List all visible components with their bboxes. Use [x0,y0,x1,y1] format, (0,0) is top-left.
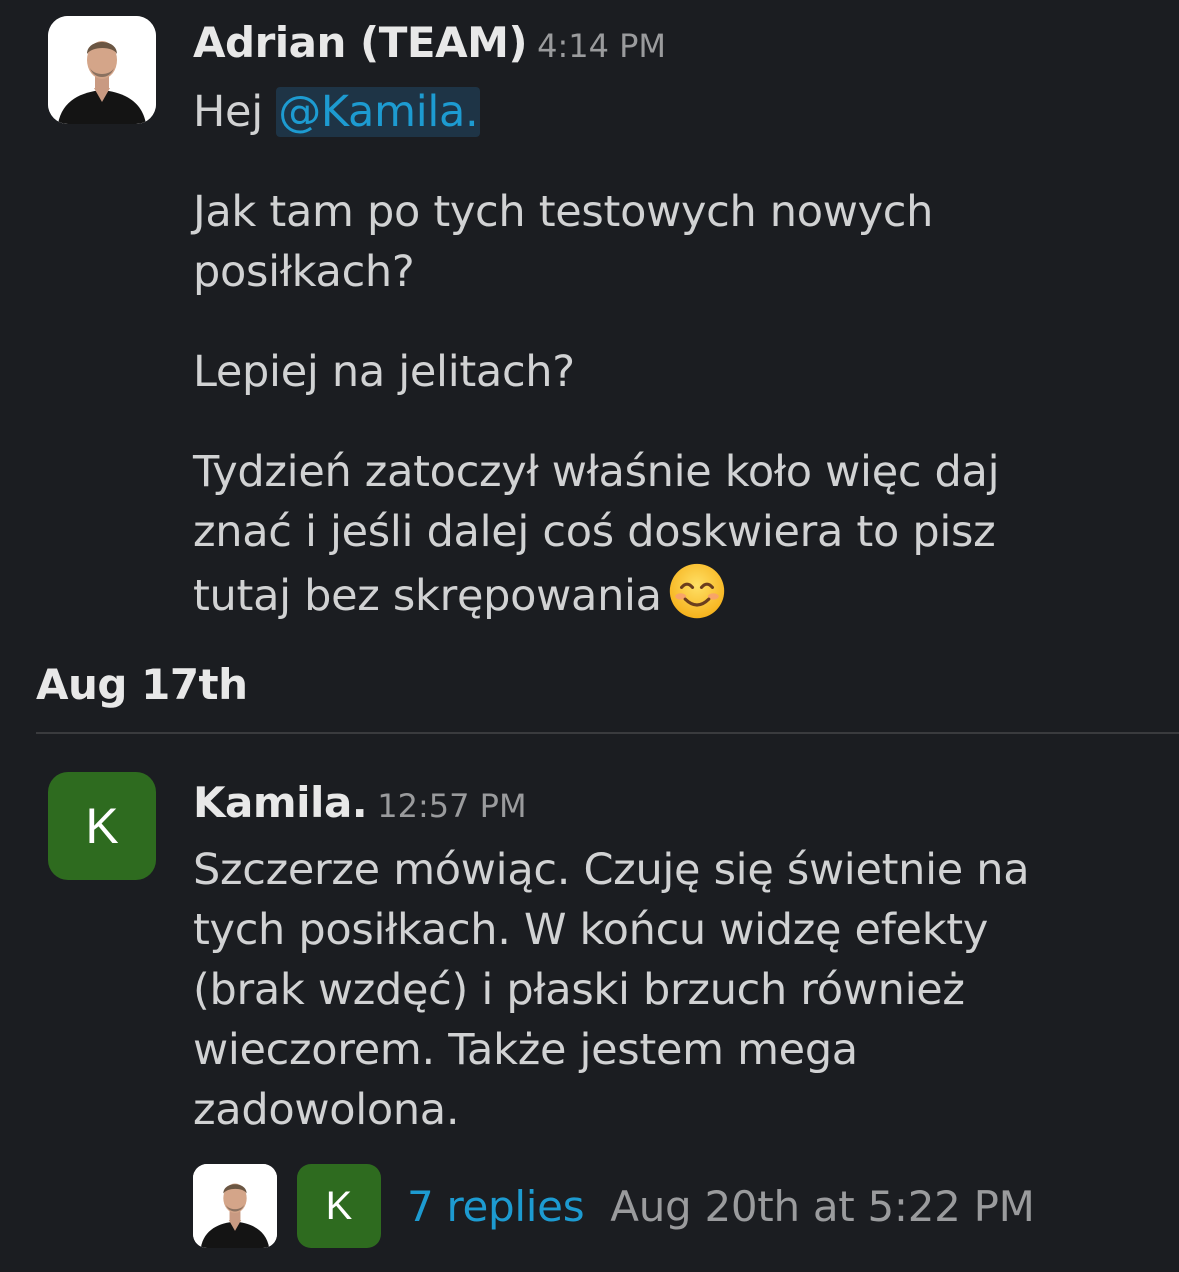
author-name[interactable]: Adrian (TEAM) [193,18,528,67]
author-name[interactable]: Kamila. [193,778,368,827]
person-photo-icon [193,1164,277,1248]
message-body: Hej @Kamila. Jak tam po tych testowych n… [193,82,1093,626]
message-header: Adrian (TEAM) 4:14 PM [193,18,666,67]
date-divider-line [36,732,1179,734]
person-photo-icon [48,16,156,124]
message-paragraph: Lepiej na jelitach? [193,347,575,397]
smiling-face-icon [669,563,724,619]
avatar-initial: K [85,798,119,854]
message-timestamp[interactable]: 12:57 PM [377,787,526,825]
avatar-initial: K [325,1183,353,1228]
thread-participant-avatar: K [297,1164,381,1248]
date-divider-label: Aug 17th [36,660,248,709]
greeting-line: Hej @Kamila. [193,82,1093,142]
last-reply-time: Aug 20th at 5:22 PM [610,1181,1035,1231]
message-header: Kamila. 12:57 PM [193,778,527,827]
user-mention[interactable]: @Kamila. [276,87,481,137]
adrian-avatar[interactable] [48,16,156,124]
kamila-avatar[interactable]: K [48,772,156,880]
message-paragraph: Tydzień zatoczył właśnie koło więc daj z… [193,447,1000,621]
thread-participant-avatar [193,1164,277,1248]
greeting-text: Hej [193,87,277,137]
message-timestamp[interactable]: 4:14 PM [537,27,666,65]
message-adrian: Adrian (TEAM) 4:14 PM Hej @Kamila. Jak ta… [0,0,1179,640]
thread-replies-bar[interactable]: K 7 replies Aug 20th at 5:22 PM [193,1163,1035,1249]
message-paragraph-with-emoji: Tydzień zatoczył właśnie koło więc daj z… [193,442,1073,626]
message-body: Szczerze mówiąc. Czuję się świetnie na t… [193,845,1030,1135]
replies-count-link[interactable]: 7 replies [407,1182,585,1231]
message-paragraph: Jak tam po tych testowych nowych posiłka… [193,187,934,297]
